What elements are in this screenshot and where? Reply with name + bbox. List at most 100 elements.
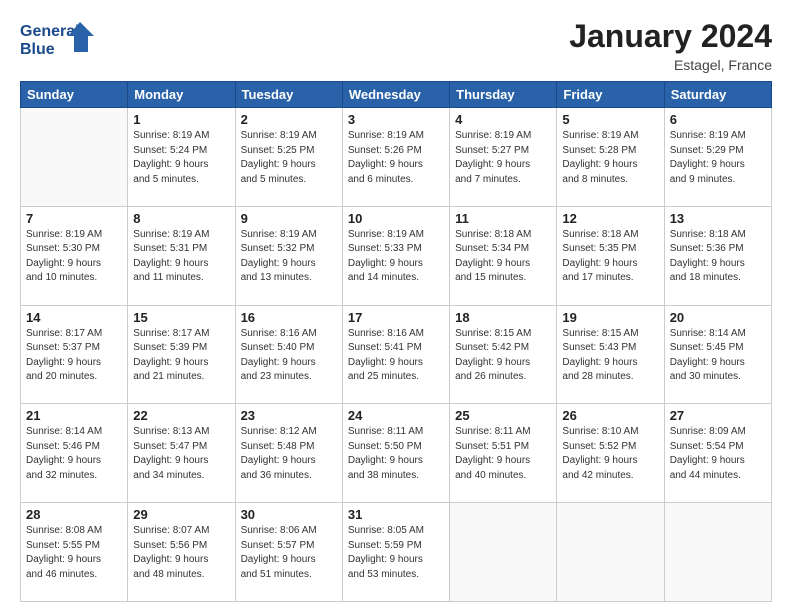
day-number: 11 bbox=[455, 211, 551, 226]
calendar-cell: 16Sunrise: 8:16 AMSunset: 5:40 PMDayligh… bbox=[235, 305, 342, 404]
day-info: Sunrise: 8:19 AMSunset: 5:30 PMDaylight:… bbox=[26, 228, 122, 286]
day-info: Sunrise: 8:19 AMSunset: 5:25 PMDaylight:… bbox=[241, 129, 337, 187]
calendar-cell: 11 Sunrise: 8:18 AMSunset: 5:34 PMDayligh… bbox=[450, 206, 557, 305]
day-info: Sunrise: 8:18 AMSunset: 5:34 PMDaylight:… bbox=[455, 228, 551, 286]
calendar-cell: 9 Sunrise: 8:19 AMSunset: 5:32 PMDaylight… bbox=[235, 206, 342, 305]
logo: GeneralBlue bbox=[20, 18, 100, 62]
calendar-cell: 17Sunrise: 8:16 AMSunset: 5:41 PMDayligh… bbox=[342, 305, 449, 404]
day-number: 3 bbox=[348, 112, 444, 127]
calendar-cell: 20 Sunrise: 8:14 AMSunset: 5:45 PMDayligh… bbox=[664, 305, 771, 404]
day-number: 16 bbox=[241, 310, 337, 325]
day-info: Sunrise: 8:19 AMSunset: 5:32 PMDaylight:… bbox=[241, 228, 337, 286]
calendar-cell: 5Sunrise: 8:19 AMSunset: 5:28 PMDaylight… bbox=[557, 108, 664, 207]
day-number: 20 bbox=[670, 310, 766, 325]
calendar-cell: 31 Sunrise: 8:05 AMSunset: 5:59 PMDayligh… bbox=[342, 503, 449, 602]
day-number: 9 bbox=[241, 211, 337, 226]
calendar-cell: 14Sunrise: 8:17 AMSunset: 5:37 PMDayligh… bbox=[21, 305, 128, 404]
svg-text:General: General bbox=[20, 23, 80, 40]
calendar-cell: 13 Sunrise: 8:18 AMSunset: 5:36 PMDayligh… bbox=[664, 206, 771, 305]
day-number: 2 bbox=[241, 112, 337, 127]
day-number: 27 bbox=[670, 408, 766, 423]
calendar-cell: 21Sunrise: 8:14 AMSunset: 5:46 PMDayligh… bbox=[21, 404, 128, 503]
header: GeneralBlue January 2024 Estagel, France bbox=[20, 18, 772, 73]
calendar-cell bbox=[21, 108, 128, 207]
calendar-cell: 30 Sunrise: 8:06 AMSunset: 5:57 PMDayligh… bbox=[235, 503, 342, 602]
page: GeneralBlue January 2024 Estagel, France… bbox=[0, 0, 792, 612]
day-info: Sunrise: 8:12 AMSunset: 5:48 PMDaylight:… bbox=[241, 425, 337, 483]
day-info: Sunrise: 8:13 AMSunset: 5:47 PMDaylight:… bbox=[133, 425, 229, 483]
day-number: 7 bbox=[26, 211, 122, 226]
calendar-cell bbox=[450, 503, 557, 602]
calendar-cell: 27 Sunrise: 8:09 AMSunset: 5:54 PMDayligh… bbox=[664, 404, 771, 503]
day-info: Sunrise: 8:09 AMSunset: 5:54 PMDaylight:… bbox=[670, 425, 766, 483]
day-number: 18 bbox=[455, 310, 551, 325]
calendar-cell: 8 Sunrise: 8:19 AMSunset: 5:31 PMDaylight… bbox=[128, 206, 235, 305]
calendar-cell: 29Sunrise: 8:07 AMSunset: 5:56 PMDayligh… bbox=[128, 503, 235, 602]
weekday-header: Wednesday bbox=[342, 82, 449, 108]
day-info: Sunrise: 8:11 AMSunset: 5:50 PMDaylight:… bbox=[348, 425, 444, 483]
day-number: 22 bbox=[133, 408, 229, 423]
calendar-cell: 10 Sunrise: 8:19 AMSunset: 5:33 PMDayligh… bbox=[342, 206, 449, 305]
day-info: Sunrise: 8:14 AMSunset: 5:46 PMDaylight:… bbox=[26, 425, 122, 483]
day-info: Sunrise: 8:11 AMSunset: 5:51 PMDaylight:… bbox=[455, 425, 551, 483]
day-info: Sunrise: 8:18 AMSunset: 5:36 PMDaylight:… bbox=[670, 228, 766, 286]
day-number: 12 bbox=[562, 211, 658, 226]
day-info: Sunrise: 8:17 AMSunset: 5:39 PMDaylight:… bbox=[133, 327, 229, 385]
day-number: 19 bbox=[562, 310, 658, 325]
day-number: 25 bbox=[455, 408, 551, 423]
day-number: 24 bbox=[348, 408, 444, 423]
location: Estagel, France bbox=[569, 57, 772, 73]
calendar-cell bbox=[557, 503, 664, 602]
day-info: Sunrise: 8:19 AMSunset: 5:28 PMDaylight:… bbox=[562, 129, 658, 187]
weekday-header: Thursday bbox=[450, 82, 557, 108]
day-info: Sunrise: 8:14 AMSunset: 5:45 PMDaylight:… bbox=[670, 327, 766, 385]
day-number: 23 bbox=[241, 408, 337, 423]
svg-text:Blue: Blue bbox=[20, 41, 55, 58]
day-info: Sunrise: 8:19 AMSunset: 5:26 PMDaylight:… bbox=[348, 129, 444, 187]
day-number: 1 bbox=[133, 112, 229, 127]
day-info: Sunrise: 8:19 AMSunset: 5:24 PMDaylight:… bbox=[133, 129, 229, 187]
day-number: 4 bbox=[455, 112, 551, 127]
calendar-cell: 18 Sunrise: 8:15 AMSunset: 5:42 PMDayligh… bbox=[450, 305, 557, 404]
weekday-header: Tuesday bbox=[235, 82, 342, 108]
day-number: 29 bbox=[133, 507, 229, 522]
weekday-header: Monday bbox=[128, 82, 235, 108]
calendar-cell: 24 Sunrise: 8:11 AMSunset: 5:50 PMDayligh… bbox=[342, 404, 449, 503]
calendar-cell: 1 Sunrise: 8:19 AMSunset: 5:24 PMDaylight… bbox=[128, 108, 235, 207]
calendar-cell: 28Sunrise: 8:08 AMSunset: 5:55 PMDayligh… bbox=[21, 503, 128, 602]
day-info: Sunrise: 8:17 AMSunset: 5:37 PMDaylight:… bbox=[26, 327, 122, 385]
day-info: Sunrise: 8:19 AMSunset: 5:27 PMDaylight:… bbox=[455, 129, 551, 187]
calendar-cell: 26 Sunrise: 8:10 AMSunset: 5:52 PMDayligh… bbox=[557, 404, 664, 503]
day-number: 13 bbox=[670, 211, 766, 226]
logo-icon: GeneralBlue bbox=[20, 18, 100, 62]
day-info: Sunrise: 8:15 AMSunset: 5:42 PMDaylight:… bbox=[455, 327, 551, 385]
day-number: 8 bbox=[133, 211, 229, 226]
day-number: 30 bbox=[241, 507, 337, 522]
weekday-header: Friday bbox=[557, 82, 664, 108]
calendar-cell: 6 Sunrise: 8:19 AMSunset: 5:29 PMDaylight… bbox=[664, 108, 771, 207]
day-info: Sunrise: 8:19 AMSunset: 5:29 PMDaylight:… bbox=[670, 129, 766, 187]
day-info: Sunrise: 8:18 AMSunset: 5:35 PMDaylight:… bbox=[562, 228, 658, 286]
weekday-header: Sunday bbox=[21, 82, 128, 108]
day-number: 31 bbox=[348, 507, 444, 522]
day-info: Sunrise: 8:06 AMSunset: 5:57 PMDaylight:… bbox=[241, 524, 337, 582]
calendar-cell: 15Sunrise: 8:17 AMSunset: 5:39 PMDayligh… bbox=[128, 305, 235, 404]
calendar-cell: 12 Sunrise: 8:18 AMSunset: 5:35 PMDayligh… bbox=[557, 206, 664, 305]
title-block: January 2024 Estagel, France bbox=[569, 18, 772, 73]
calendar-cell: 4 Sunrise: 8:19 AMSunset: 5:27 PMDaylight… bbox=[450, 108, 557, 207]
day-info: Sunrise: 8:15 AMSunset: 5:43 PMDaylight:… bbox=[562, 327, 658, 385]
day-info: Sunrise: 8:19 AMSunset: 5:33 PMDaylight:… bbox=[348, 228, 444, 286]
day-number: 26 bbox=[562, 408, 658, 423]
day-number: 17 bbox=[348, 310, 444, 325]
day-info: Sunrise: 8:19 AMSunset: 5:31 PMDaylight:… bbox=[133, 228, 229, 286]
day-info: Sunrise: 8:08 AMSunset: 5:55 PMDaylight:… bbox=[26, 524, 122, 582]
calendar-cell: 3 Sunrise: 8:19 AMSunset: 5:26 PMDaylight… bbox=[342, 108, 449, 207]
day-number: 10 bbox=[348, 211, 444, 226]
calendar-cell bbox=[664, 503, 771, 602]
calendar-table: SundayMondayTuesdayWednesdayThursdayFrid… bbox=[20, 81, 772, 602]
day-info: Sunrise: 8:05 AMSunset: 5:59 PMDaylight:… bbox=[348, 524, 444, 582]
day-info: Sunrise: 8:10 AMSunset: 5:52 PMDaylight:… bbox=[562, 425, 658, 483]
calendar-cell: 23 Sunrise: 8:12 AMSunset: 5:48 PMDayligh… bbox=[235, 404, 342, 503]
day-number: 6 bbox=[670, 112, 766, 127]
calendar-cell: 22 Sunrise: 8:13 AMSunset: 5:47 PMDayligh… bbox=[128, 404, 235, 503]
